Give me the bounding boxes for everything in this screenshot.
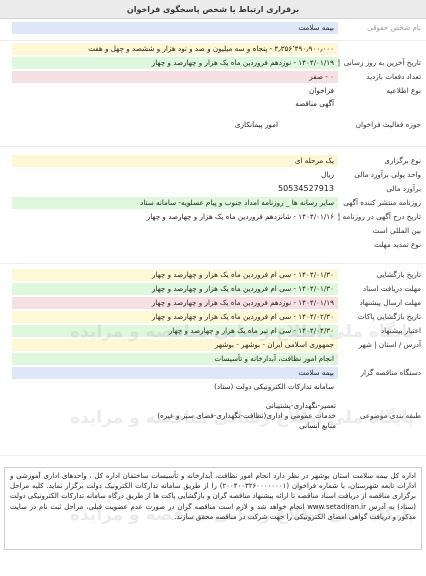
currency-label: واحد پولی برآورد مالی xyxy=(354,170,421,179)
category-item: منابع انسانی xyxy=(299,421,336,430)
validity-value: ۱۴۰۴/۰۴/۳۰ - سی ام تیر ماه یک هزار و چها… xyxy=(12,325,338,337)
holding-type-label: نوع برگزاری xyxy=(384,156,421,165)
doc-deadline-value: ۱۴۰۴/۰۱/۳۰ - سی ام فروردین ماه یک هزار و… xyxy=(12,283,338,295)
row-view-count: تعداد دفعات بازدید ۰ - صفر xyxy=(2,71,424,83)
deadline-type-label: نوع تمدید مهلت xyxy=(374,240,421,249)
row-estimated-amount: ۴٫۳۵۶٬۴۹۰٫۹۰۰٫۰۰۰ - پنجاه و سه میلیون و … xyxy=(2,43,424,55)
legal-name-label: نام شخص حقوقی xyxy=(367,23,421,32)
province-label: آدرس / استان | شهر xyxy=(358,340,421,349)
legal-name-value: بیمه سلامت xyxy=(12,22,338,34)
notice-type-value: آگهی مناقصه xyxy=(12,98,338,110)
system-value: سامانه تدارکات الکترونیکی دولت (ستاد) xyxy=(12,381,338,393)
divider xyxy=(0,146,426,147)
category-item: خدمات عمومی و اداری(نظافت-نگهداری-فضای س… xyxy=(157,411,336,420)
packet-opening-value: ۱۴۰۴/۰۲/۳۰ - سی ام فروردین ماه یک هزار و… xyxy=(12,311,338,323)
activity-value: امور پیمانکاری xyxy=(12,114,338,136)
publish-date-label: تاریخ درج آگهی در روزنامه xyxy=(342,212,421,221)
category-item: تعمیر-نگهداری-پشتیبانی xyxy=(265,401,336,410)
newspapers-value: سایر رسانه ها _ روزنامه امداد جنوب و پیا… xyxy=(12,197,338,209)
row-validity: اعتبار پیشنهاد ۱۴۰۴/۰۴/۳۰ - سی ام تیر ما… xyxy=(2,325,424,337)
row-newspapers: روزنامه منتشر کننده آگهی سایر رسانه ها _… xyxy=(2,197,424,209)
row-estimate: برآورد مالی 50534527913 xyxy=(2,183,424,195)
contact-responder-header[interactable]: برقراری ارتباط با شخص پاسخگوی فراخوان xyxy=(0,0,426,19)
estimate-number: 50534527913 xyxy=(278,184,334,193)
row-deadline-type: نوع تمدید مهلت xyxy=(2,239,424,251)
row-executor: انجام امور نظافت، آبدارخانه و تأسیسات xyxy=(2,353,424,365)
view-count-value: ۰ - صفر xyxy=(12,71,338,83)
international-value xyxy=(12,225,338,237)
agency-label: دستگاه مناقصه گزار xyxy=(360,368,421,377)
system-label xyxy=(341,381,424,393)
packet-opening-label: تاریخ بازگشایی پاکات xyxy=(357,312,421,321)
publish-date-value: ۱۴۰۴/۰۱/۱۶ - شانزدهم فروردین ماه یک هزار… xyxy=(12,211,338,223)
executor-label xyxy=(341,353,424,365)
tender-description: اداره کل بیمه سلامت استان بوشهر در نظر د… xyxy=(4,467,422,550)
category-label: طبقه بندی موضوعی xyxy=(359,411,421,420)
divider xyxy=(0,455,426,456)
call-type-value: فراخوان xyxy=(12,85,338,97)
row-last-update: تاریخ آخرین به روز رسانی ۱۴۰۴/۰۱/۱۹ - نو… xyxy=(2,57,424,69)
call-type-label: نوع اطلاعیه xyxy=(386,86,421,95)
row-province: آدرس / استان | شهر جمهوری اسلامی ایران -… xyxy=(2,339,424,351)
last-update-label: تاریخ آخرین به روز رسانی xyxy=(343,58,421,67)
tender-detail-page: برقراری ارتباط با شخص پاسخگوی فراخوان نا… xyxy=(0,0,426,576)
view-count-label: تعداد دفعات بازدید xyxy=(366,72,421,81)
row-agency: دستگاه مناقصه گزار بیمه سلامت xyxy=(2,367,424,379)
estimated-amount-value: ۴٫۳۵۶٬۴۹۰٫۹۰۰٫۰۰۰ - پنجاه و سه میلیون و … xyxy=(12,43,338,55)
row-notice-type: آگهی مناقصه xyxy=(2,98,424,110)
row-holding-type: نوع برگزاری یک مرحله ای xyxy=(2,155,424,167)
opening-date-value: ۱۴۰۴/۰۱/۳۰ - سی ام فروردین ماه یک هزار و… xyxy=(12,269,338,281)
estimate-value: 50534527913 xyxy=(12,183,338,195)
deadline-type-value xyxy=(12,239,338,251)
currency-value: ریال xyxy=(12,169,338,181)
row-packet-opening: تاریخ بازگشایی پاکات ۱۴۰۴/۰۲/۳۰ - سی ام … xyxy=(2,311,424,323)
row-call-type: نوع اطلاعیه فراخوان xyxy=(2,85,424,97)
last-update-value: ۱۴۰۴/۰۱/۱۹ - نوزدهم فروردین ماه یک هزار … xyxy=(12,57,338,69)
estimate-label: برآورد مالی xyxy=(386,184,421,193)
doc-deadline-label: مهلت دریافت اسناد xyxy=(362,284,421,293)
international-label: بین المللی است xyxy=(372,226,421,235)
agency-value: بیمه سلامت xyxy=(12,367,338,379)
executor-value: انجام امور نظافت، آبدارخانه و تأسیسات xyxy=(12,353,338,365)
row-system: سامانه تدارکات الکترونیکی دولت (ستاد) xyxy=(2,381,424,393)
offer-deadline-value: ۱۴۰۴/۰۱/۱۹ - نوزدهم فروردین ماه یک هزار … xyxy=(12,297,338,309)
row-doc-deadline: مهلت دریافت اسناد ۱۴۰۴/۰۱/۳۰ - سی ام فرو… xyxy=(2,283,424,295)
row-activity: حوزه فعالیت فراخوان امور پیمانکاری xyxy=(2,114,424,136)
offer-deadline-label: مهلت ارسال پیشنهاد xyxy=(359,298,421,307)
divider xyxy=(0,40,426,41)
row-international: بین المللی است xyxy=(2,225,424,237)
category-list: تعمیر-نگهداری-پشتیبانی خدمات عمومی و ادا… xyxy=(10,401,340,433)
notice-type-label xyxy=(341,98,424,110)
estimated-amount-label xyxy=(341,43,424,55)
row-publish-date: تاریخ درج آگهی در روزنامه ۱۴۰۴/۰۱/۱۶ - ش… xyxy=(2,211,424,223)
row-currency: واحد پولی برآورد مالی ریال xyxy=(2,169,424,181)
validity-label: اعتبار پیشنهاد xyxy=(380,326,421,335)
divider xyxy=(0,263,426,264)
activity-label: حوزه فعالیت فراخوان xyxy=(355,120,421,129)
newspapers-label: روزنامه منتشر کننده آگهی xyxy=(343,198,421,207)
row-legal-name: نام شخص حقوقی بیمه سلامت xyxy=(2,22,424,34)
row-offer-deadline: مهلت ارسال پیشنهاد ۱۴۰۴/۰۱/۱۹ - نوزدهم ف… xyxy=(2,297,424,309)
holding-type-value: یک مرحله ای xyxy=(12,155,338,167)
opening-date-label: تاریخ بازگشایی xyxy=(376,270,421,279)
row-opening-date: تاریخ بازگشایی ۱۴۰۴/۰۱/۳۰ - سی ام فروردی… xyxy=(2,269,424,281)
province-value: جمهوری اسلامی ایران - بوشهر - بوشهر xyxy=(12,339,338,351)
